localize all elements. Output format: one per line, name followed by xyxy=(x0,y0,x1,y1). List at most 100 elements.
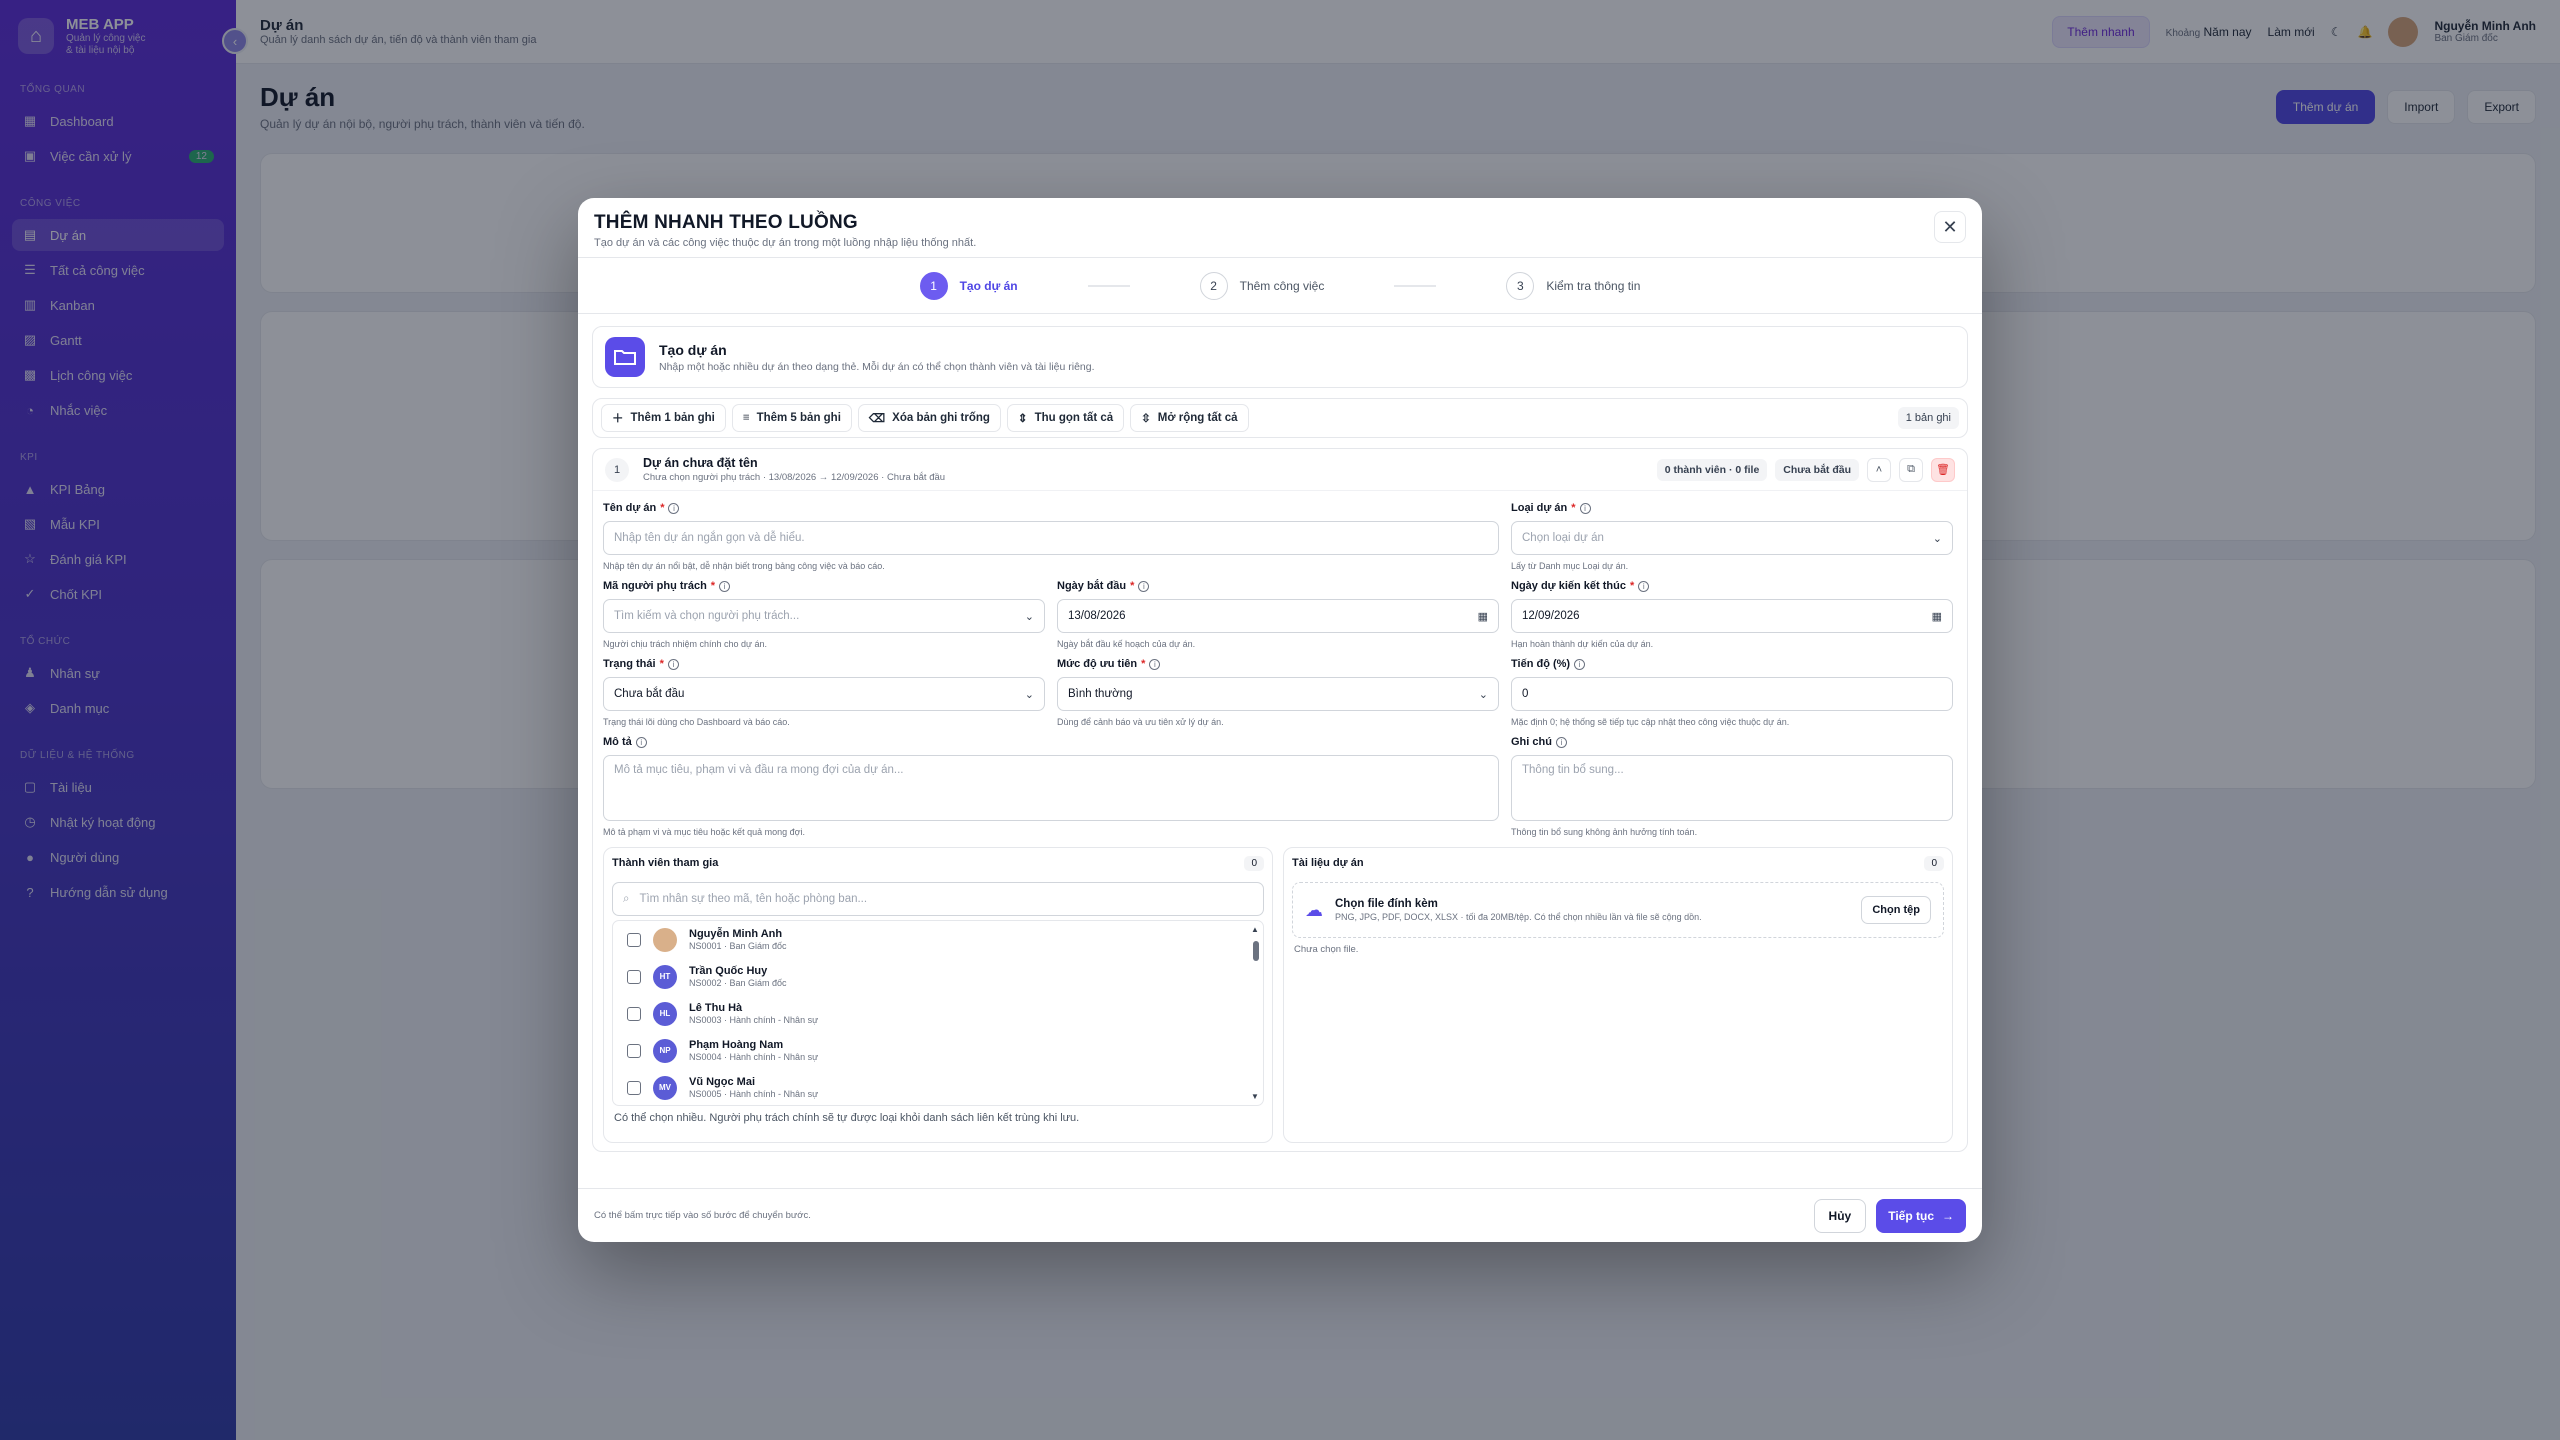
calendar-icon[interactable]: ▦ xyxy=(1478,610,1488,623)
step-1[interactable]: 1 Tạo dự án xyxy=(919,271,1018,300)
record-count: 1 bản ghi xyxy=(1897,407,1959,429)
required-mark: * xyxy=(1571,502,1576,514)
modal-title: THÊM NHANH THEO LUỒNG xyxy=(594,212,858,233)
project-type-field: Loại dự án * i Chọn loại dự án ⌄ Lấy từ Dan… xyxy=(1511,501,1953,571)
step-3[interactable]: 3 Kiểm tra thông tin xyxy=(1506,271,1641,300)
record-members-pill: 0 thành viên · 0 file xyxy=(1656,458,1768,481)
member-name: Trần Quốc Huy xyxy=(689,965,768,977)
avatar: NP xyxy=(653,1038,677,1063)
record-header[interactable]: 1 Dự án chưa đặt tên Chưa chọn người phụ… xyxy=(593,449,1967,491)
step-label: Thêm công việc xyxy=(1239,278,1325,293)
member-row[interactable]: HT Trần Quốc Huy NS0002 · Ban Giám đốc xyxy=(613,958,1263,995)
member-row[interactable]: Nguyễn Minh Anh NS0001 · Ban Giám đốc xyxy=(613,921,1263,958)
step-label: Tạo dự án xyxy=(959,278,1018,293)
step-number: 2 xyxy=(1199,271,1228,300)
field-label: Tiến độ (%) xyxy=(1511,658,1571,670)
erase-icon: ⌫ xyxy=(868,413,886,425)
date-value: 13/08/2026 xyxy=(1068,610,1126,622)
member-row[interactable]: MV Vũ Ngọc Mai NS0005 · Hành chính - Nhân… xyxy=(613,1069,1263,1105)
collapse-all-button[interactable]: ⇕ Thu gọn tất cả xyxy=(1006,404,1125,432)
project-type-select[interactable]: Chọn loại dự án ⌄ xyxy=(1511,521,1953,555)
file-upload-zone[interactable]: ☁ Chọn file đính kèm PNG, JPG, PDF, DOCX… xyxy=(1292,882,1944,938)
scroll-down-icon[interactable]: ▼ xyxy=(1251,1092,1259,1101)
collapse-icon: ⇕ xyxy=(1017,413,1028,425)
documents-count: 0 xyxy=(1924,855,1944,871)
member-name: Nguyễn Minh Anh xyxy=(689,928,783,940)
add-five-records-button[interactable]: ≡ Thêm 5 bản ghi xyxy=(731,404,852,432)
member-checkbox[interactable] xyxy=(627,1043,641,1058)
remove-empty-label: Xóa bản ghi trống xyxy=(892,412,990,424)
record-meta: Chưa chọn người phụ trách · 13/08/2026 →… xyxy=(643,472,946,483)
info-icon: i xyxy=(1579,502,1591,514)
cancel-button[interactable]: Hủy xyxy=(1813,1198,1867,1233)
scroll-up-icon[interactable]: ▲ xyxy=(1251,925,1259,934)
progress-input[interactable]: 0 xyxy=(1511,677,1953,711)
info-icon: i xyxy=(668,502,680,514)
copy-icon[interactable]: ⧉ xyxy=(1899,457,1923,482)
folder-open-icon xyxy=(605,337,645,377)
member-desc: NS0003 · Hành chính - Nhân sự xyxy=(689,1015,819,1025)
members-note: Có thể chọn nhiều. Người phụ trách chính… xyxy=(614,1112,1080,1124)
info-icon: i xyxy=(1574,658,1586,670)
upload-title: Chọn file đính kèm xyxy=(1335,898,1438,910)
cloud-upload-icon: ☁ xyxy=(1305,899,1323,920)
members-title: Thành viên tham gia xyxy=(612,857,719,869)
trash-icon[interactable]: 🗑 xyxy=(1931,457,1955,482)
end-date-input[interactable]: 12/09/2026 ▦ xyxy=(1511,599,1953,633)
info-icon: i xyxy=(1555,736,1567,748)
section-title: Tạo dự án xyxy=(659,341,727,358)
member-desc: NS0005 · Hành chính - Nhân sự xyxy=(689,1089,819,1099)
member-name: Vũ Ngọc Mai xyxy=(689,1076,756,1088)
project-name-input[interactable]: Nhập tên dự án ngắn gọn và dễ hiểu. xyxy=(603,521,1499,555)
documents-title: Tài liệu dự án xyxy=(1292,857,1364,869)
member-checkbox[interactable] xyxy=(627,1080,641,1095)
field-hint: Người chịu trách nhiệm chính cho dự án. xyxy=(603,639,768,649)
section-header: Tạo dự án Nhập một hoặc nhiều dự án theo… xyxy=(592,326,1968,388)
member-checkbox[interactable] xyxy=(627,932,641,947)
info-icon: i xyxy=(635,736,647,748)
field-label: Loại dự án xyxy=(1511,502,1568,514)
chevron-up-icon[interactable]: ˄ xyxy=(1867,457,1891,482)
required-mark: * xyxy=(1130,580,1135,592)
member-row[interactable]: HL Lê Thu Hà NS0003 · Hành chính - Nhân s… xyxy=(613,995,1263,1032)
priority-field: Mức độ ưu tiên * i Bình thường ⌄ Dùng để cả… xyxy=(1057,657,1499,727)
step-label: Kiểm tra thông tin xyxy=(1546,278,1641,293)
step-2[interactable]: 2 Thêm công việc xyxy=(1199,271,1325,300)
next-label: Tiếp tục xyxy=(1888,1208,1934,1223)
add-one-record-button[interactable]: ＋ Thêm 1 bản ghi xyxy=(601,404,726,432)
record-status-pill: Chưa bắt đầu xyxy=(1775,458,1859,481)
next-button[interactable]: Tiếp tục → xyxy=(1876,1198,1966,1233)
member-checkbox[interactable] xyxy=(627,969,641,984)
required-mark: * xyxy=(660,502,665,514)
member-desc: NS0001 · Ban Giám đốc xyxy=(689,941,787,951)
owner-select[interactable]: Tìm kiếm và chọn người phụ trách... ⌄ xyxy=(603,599,1045,633)
members-count: 0 xyxy=(1244,855,1264,871)
member-checkbox[interactable] xyxy=(627,1006,641,1021)
chevron-down-icon: ⌄ xyxy=(1024,610,1034,623)
status-select[interactable]: Chưa bắt đầu ⌄ xyxy=(603,677,1045,711)
field-label: Ghi chú xyxy=(1511,736,1552,748)
member-list-scrollbar[interactable]: ▲ ▼ xyxy=(1251,925,1261,1101)
field-hint: Nhập tên dự án nổi bật, dễ nhận biết tro… xyxy=(603,561,885,571)
note-textarea[interactable]: Thông tin bổ sung... xyxy=(1511,755,1953,821)
member-row[interactable]: NP Phạm Hoàng Nam NS0004 · Hành chính - N… xyxy=(613,1032,1263,1069)
select-value: Bình thường xyxy=(1068,688,1133,700)
info-icon: i xyxy=(719,580,731,592)
remove-empty-records-button[interactable]: ⌫ Xóa bản ghi trống xyxy=(857,404,1001,432)
description-textarea[interactable]: Mô tả mục tiêu, phạm vi và đầu ra mong đ… xyxy=(603,755,1499,821)
start-date-input[interactable]: 13/08/2026 ▦ xyxy=(1057,599,1499,633)
member-search-input[interactable]: ⌕ Tìm nhân sự theo mã, tên hoặc phòng ban… xyxy=(612,882,1264,916)
required-mark: * xyxy=(710,580,716,592)
field-hint: Hạn hoàn thành dự kiến của dự án. xyxy=(1511,639,1654,649)
scrollbar-thumb[interactable] xyxy=(1253,941,1259,961)
avatar xyxy=(653,927,677,952)
expand-all-button[interactable]: ⇳ Mở rộng tất cả xyxy=(1130,404,1249,432)
info-icon: i xyxy=(667,658,679,670)
choose-file-button[interactable]: Chọn tệp xyxy=(1861,896,1931,924)
close-icon[interactable]: ✕ xyxy=(1934,211,1966,243)
stepper: 1 Tạo dự án 2 Thêm công việc 3 Kiểm tra … xyxy=(578,258,1982,314)
required-mark: * xyxy=(659,658,664,670)
priority-select[interactable]: Bình thường ⌄ xyxy=(1057,677,1499,711)
field-label: Mức độ ưu tiên xyxy=(1057,658,1138,670)
calendar-icon[interactable]: ▦ xyxy=(1932,610,1942,623)
